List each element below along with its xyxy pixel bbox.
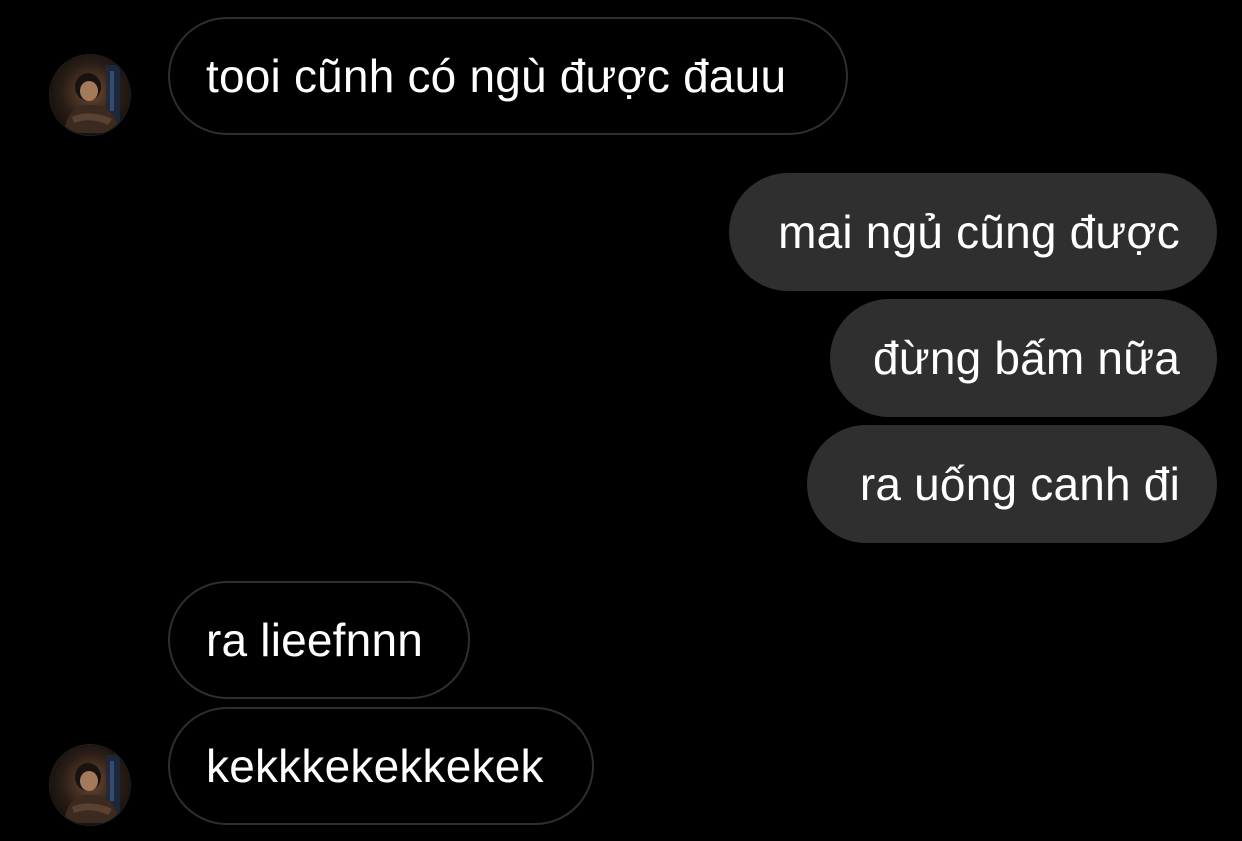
message-text: mai ngủ cũng được — [778, 206, 1180, 258]
message-text: kekkkekekkekek — [206, 740, 544, 792]
message-bubble-outgoing[interactable]: đừng bấm nữa — [830, 299, 1217, 417]
contact-photo-icon — [50, 745, 130, 825]
contact-avatar[interactable] — [49, 54, 131, 136]
message-bubble-incoming[interactable]: tooi cũnh có ngù được đauu — [168, 17, 848, 135]
contact-avatar[interactable] — [49, 744, 131, 826]
message-text: ra lieefnnn — [206, 614, 424, 666]
message-bubble-incoming[interactable]: ra lieefnnn — [168, 581, 470, 699]
message-text: ra uống canh đi — [859, 458, 1180, 510]
contact-photo-icon — [50, 55, 130, 135]
message-bubble-outgoing[interactable]: ra uống canh đi — [807, 425, 1217, 543]
message-bubble-incoming[interactable]: kekkkekekkekek — [168, 707, 594, 825]
message-text: tooi cũnh có ngù được đauu — [206, 50, 787, 102]
message-bubble-outgoing[interactable]: mai ngủ cũng được — [729, 173, 1217, 291]
message-text: đừng bấm nữa — [873, 332, 1180, 384]
